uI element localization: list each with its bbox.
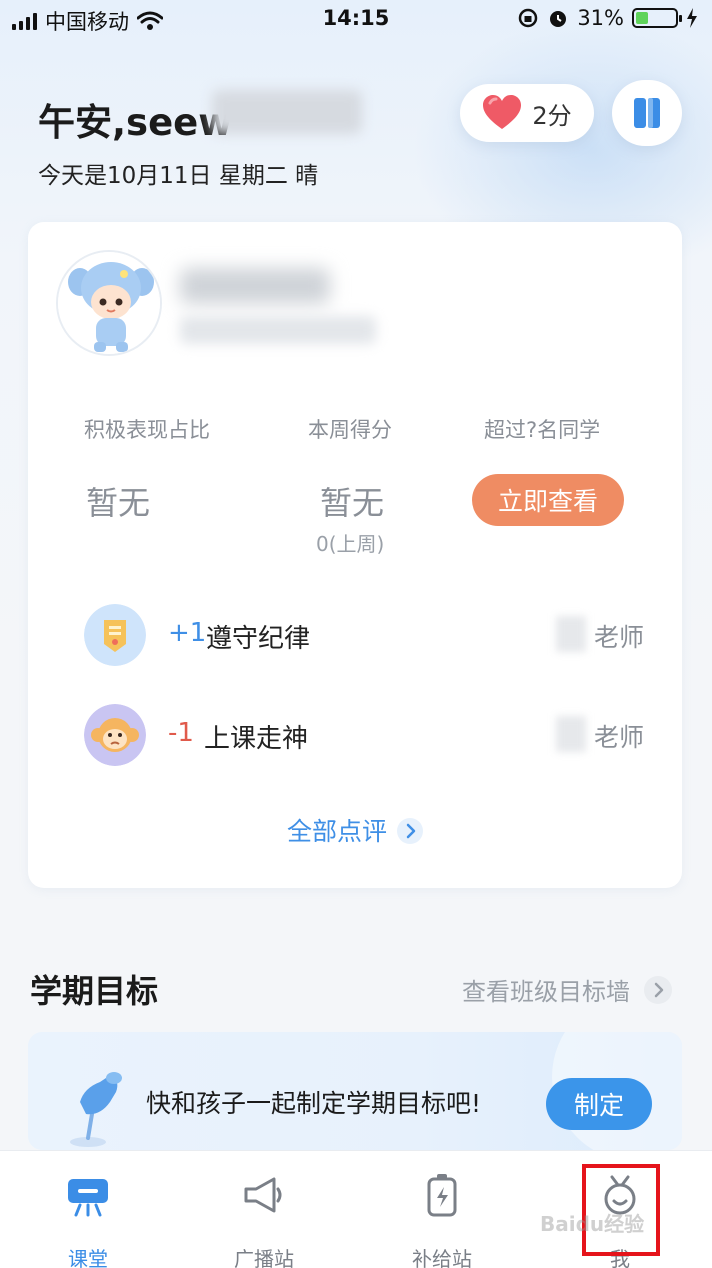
book-button[interactable] bbox=[612, 80, 682, 146]
avatar[interactable] bbox=[56, 250, 162, 356]
medal-icon bbox=[84, 604, 146, 666]
review-item[interactable]: +1 遵守纪律 老师 bbox=[84, 604, 644, 668]
battery-fill bbox=[636, 12, 648, 24]
redacted-student-name bbox=[180, 268, 330, 304]
alarm-icon bbox=[550, 11, 567, 27]
pushpin-icon bbox=[70, 1072, 122, 1147]
goal-prompt-text: 快和孩子一起制定学期目标吧! bbox=[146, 1089, 482, 1118]
last-week-score: 0(上周) bbox=[316, 532, 385, 556]
status-bar: 中国移动 14:15 31% bbox=[0, 0, 712, 40]
view-ranking-button[interactable]: 立即查看 bbox=[472, 474, 624, 526]
tab-label: 补给站 bbox=[412, 1247, 472, 1268]
tab-classroom[interactable]: 课堂 bbox=[28, 1169, 148, 1268]
monkey-icon bbox=[84, 704, 146, 766]
review-text: 遵守纪律 bbox=[206, 624, 311, 654]
book-icon bbox=[634, 98, 660, 128]
set-goal-button[interactable]: 制定 bbox=[546, 1078, 652, 1130]
greeting-title: 午安,seew bbox=[38, 101, 233, 144]
redacted-teacher-name bbox=[556, 616, 586, 652]
battery-percent: 31% bbox=[577, 6, 624, 30]
stat-label-weekly-score: 本周得分 bbox=[308, 418, 392, 442]
stat-value-weekly-score: 暂无 bbox=[320, 484, 385, 522]
section-title-goals: 学期目标 bbox=[30, 972, 159, 1010]
app-screen: 中国移动 14:15 31% 午安,seew 今天是10月11日 星期二 晴 2… bbox=[0, 0, 712, 1268]
chevron-right-icon bbox=[397, 818, 423, 844]
heart-icon bbox=[483, 95, 522, 129]
watermark: Baidu经验 bbox=[540, 1212, 645, 1236]
child-avatar-icon bbox=[58, 252, 160, 354]
review-score: +1 bbox=[168, 618, 207, 648]
redacted-name bbox=[212, 90, 362, 134]
review-teacher: 老师 bbox=[593, 723, 644, 752]
tab-label: 广播站 bbox=[234, 1247, 294, 1268]
class-goal-wall-link[interactable]: 查看班级目标墙 bbox=[462, 972, 672, 1007]
tab-supply[interactable]: 补给站 bbox=[382, 1169, 502, 1268]
goal-prompt-card: 快和孩子一起制定学期目标吧! 制定 bbox=[28, 1032, 682, 1150]
charging-bolt-icon bbox=[687, 8, 697, 28]
tab-broadcast[interactable]: 广播站 bbox=[204, 1169, 324, 1268]
megaphone-icon bbox=[244, 1177, 282, 1213]
class-goal-wall-label: 查看班级目标墙 bbox=[462, 978, 630, 1006]
stat-label-positive-ratio: 积极表现占比 bbox=[84, 418, 210, 442]
review-teacher: 老师 bbox=[593, 623, 644, 652]
battery-charge-icon bbox=[427, 1174, 457, 1217]
review-text: 上课走神 bbox=[204, 724, 309, 754]
student-card: 积极表现占比 本周得分 超过?名同学 暂无 暂无 立即查看 0(上周) +1 遵… bbox=[28, 222, 682, 888]
heart-points-button[interactable]: 2分 bbox=[460, 84, 594, 142]
battery-icon bbox=[632, 8, 682, 28]
redacted-teacher-name bbox=[556, 716, 586, 752]
date-weather-line: 今天是10月11日 星期二 晴 bbox=[38, 163, 319, 189]
chevron-right-icon bbox=[644, 975, 672, 1004]
rotation-lock-icon bbox=[519, 8, 538, 28]
heart-points-value: 2分 bbox=[532, 101, 572, 130]
tab-label: 课堂 bbox=[68, 1247, 108, 1268]
all-reviews-link[interactable]: 全部点评 bbox=[28, 812, 682, 848]
redacted-class-name bbox=[180, 316, 376, 344]
review-score: -1 bbox=[168, 718, 194, 748]
review-item[interactable]: -1 上课走神 老师 bbox=[84, 704, 644, 768]
stat-label-ranking: 超过?名同学 bbox=[484, 418, 601, 442]
stat-value-positive-ratio: 暂无 bbox=[86, 484, 151, 522]
classroom-icon bbox=[68, 1179, 108, 1217]
all-reviews-label: 全部点评 bbox=[286, 817, 387, 846]
